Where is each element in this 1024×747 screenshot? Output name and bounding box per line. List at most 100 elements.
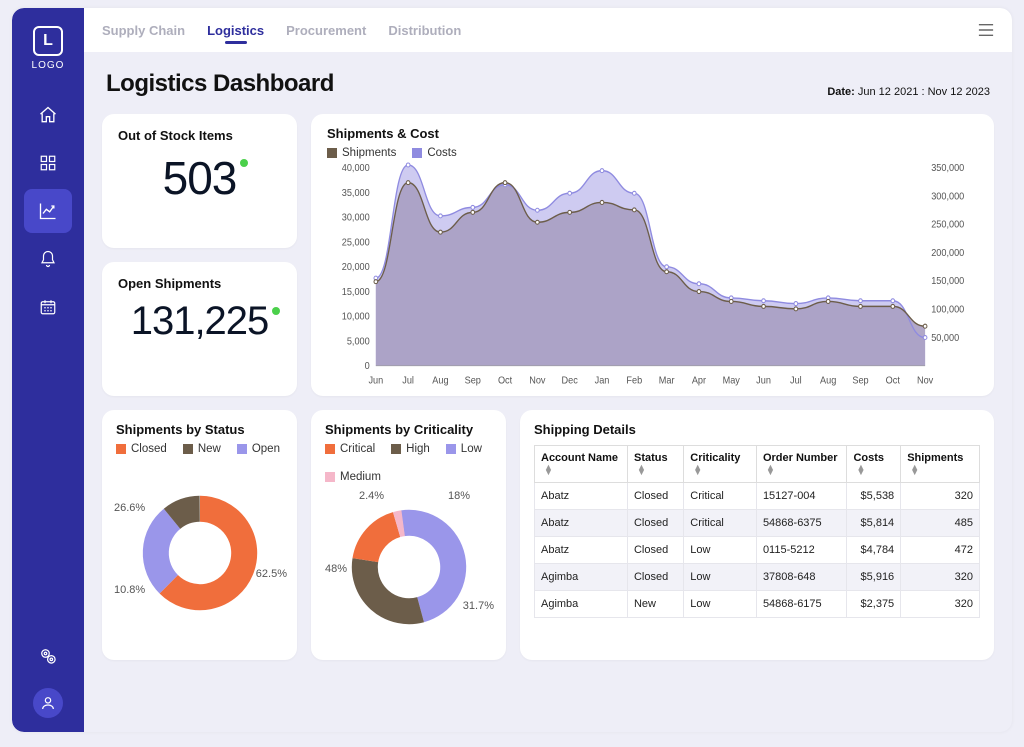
svg-text:200,000: 200,000 xyxy=(931,248,964,259)
svg-text:Aug: Aug xyxy=(432,375,448,386)
svg-text:Oct: Oct xyxy=(886,375,901,386)
kpi-out-of-stock: Out of Stock Items 503 xyxy=(102,114,297,248)
menu-icon xyxy=(978,23,994,37)
kpi-label: Out of Stock Items xyxy=(118,128,281,143)
card-shipments-status: Shipments by Status Closed New Open 62.5… xyxy=(102,410,297,660)
svg-text:150,000: 150,000 xyxy=(931,276,964,287)
svg-text:Nov: Nov xyxy=(529,375,545,386)
tab-logistics[interactable]: Logistics xyxy=(207,9,264,52)
card-title: Shipments by Status xyxy=(116,422,283,437)
svg-text:300,000: 300,000 xyxy=(931,191,964,202)
logo-text: LOGO xyxy=(32,60,65,71)
card-shipments-cost: Shipments & Cost Shipments Costs 0 5,000 1… xyxy=(311,114,994,396)
svg-text:100,000: 100,000 xyxy=(931,304,964,315)
shipping-table: Account Name▲▼Status▲▼Criticality▲▼Order… xyxy=(534,445,980,618)
nav-apps[interactable] xyxy=(24,141,72,185)
svg-text:30,000: 30,000 xyxy=(342,212,370,223)
svg-text:Mar: Mar xyxy=(659,375,676,386)
tab-procurement[interactable]: Procurement xyxy=(286,9,366,52)
table-row[interactable]: AbatzClosedCritical15127-004$5,538320 xyxy=(535,483,980,510)
donut-chart xyxy=(344,502,474,632)
kpi-label: Open Shipments xyxy=(118,276,281,291)
svg-text:15,000: 15,000 xyxy=(342,287,370,298)
page-title: Logistics Dashboard xyxy=(106,70,334,98)
col-header[interactable]: Shipments▲▼ xyxy=(901,446,980,483)
svg-text:Jun: Jun xyxy=(756,375,771,386)
svg-text:Apr: Apr xyxy=(692,375,707,386)
nav-settings[interactable] xyxy=(24,634,72,678)
table-row[interactable]: AbatzClosedCritical54868-6375$5,814485 xyxy=(535,510,980,537)
user-icon xyxy=(40,695,56,711)
gear-icon xyxy=(38,646,58,666)
svg-text:50,000: 50,000 xyxy=(931,333,959,344)
svg-text:250,000: 250,000 xyxy=(931,219,964,230)
menu-button[interactable] xyxy=(978,23,994,37)
swatch-icon xyxy=(327,148,337,158)
svg-text:0: 0 xyxy=(365,361,370,372)
card-shipments-criticality: Shipments by Criticality Critical High L… xyxy=(311,410,506,660)
legend: Shipments Costs xyxy=(327,147,978,159)
swatch-icon xyxy=(237,444,247,454)
svg-text:35,000: 35,000 xyxy=(342,188,370,199)
col-header[interactable]: Costs▲▼ xyxy=(847,446,901,483)
side-nav xyxy=(24,93,72,329)
legend: Closed New Open xyxy=(116,443,283,455)
nav-notifications[interactable] xyxy=(24,237,72,281)
nav-home[interactable] xyxy=(24,93,72,137)
kpi-value: 503 xyxy=(163,151,237,205)
user-avatar[interactable] xyxy=(33,688,63,718)
home-icon xyxy=(38,105,58,125)
tab-distribution[interactable]: Distribution xyxy=(388,9,461,52)
swatch-icon xyxy=(116,444,126,454)
card-shipping-details: Shipping Details Account Name▲▼Status▲▼C… xyxy=(520,410,994,660)
svg-text:Sep: Sep xyxy=(465,375,481,386)
nav-calendar[interactable] xyxy=(24,285,72,329)
area-chart: 05,00010,00015,00020,00025,00030,00035,0… xyxy=(327,159,978,390)
col-header[interactable]: Account Name▲▼ xyxy=(535,446,628,483)
swatch-icon xyxy=(391,444,401,454)
svg-text:20,000: 20,000 xyxy=(342,262,370,273)
swatch-icon xyxy=(325,444,335,454)
sidebar: L LOGO xyxy=(12,8,84,732)
table-row[interactable]: AbatzClosedLow0115-5212$4,784472 xyxy=(535,537,980,564)
legend: Critical High Low Medium xyxy=(325,443,492,483)
kpi-open-shipments: Open Shipments 131,225 xyxy=(102,262,297,396)
chart-line-icon xyxy=(38,201,58,221)
svg-text:Jul: Jul xyxy=(790,375,802,386)
table-row[interactable]: AgimbaNewLow54868-6175$2,375320 xyxy=(535,591,980,618)
svg-text:Sep: Sep xyxy=(852,375,868,386)
svg-text:Jan: Jan xyxy=(595,375,610,386)
svg-text:May: May xyxy=(723,375,740,386)
logo: L LOGO xyxy=(32,26,65,71)
tab-supply-chain[interactable]: Supply Chain xyxy=(102,9,185,52)
nav-analytics[interactable] xyxy=(24,189,72,233)
svg-text:Jun: Jun xyxy=(368,375,383,386)
swatch-icon xyxy=(446,444,456,454)
svg-text:Dec: Dec xyxy=(562,375,578,386)
col-header[interactable]: Status▲▼ xyxy=(627,446,683,483)
logo-icon: L xyxy=(33,26,63,56)
card-title: Shipments by Criticality xyxy=(325,422,492,437)
topbar: Supply Chain Logistics Procurement Distr… xyxy=(84,8,1012,52)
table-row[interactable]: AgimbaClosedLow37808-648$5,916320 xyxy=(535,564,980,591)
kpi-value: 131,225 xyxy=(131,299,269,344)
col-header[interactable]: Order Number▲▼ xyxy=(756,446,847,483)
col-header[interactable]: Criticality▲▼ xyxy=(684,446,757,483)
svg-text:Nov: Nov xyxy=(917,375,933,386)
svg-text:5,000: 5,000 xyxy=(347,336,370,347)
svg-text:Oct: Oct xyxy=(498,375,513,386)
main: Supply Chain Logistics Procurement Distr… xyxy=(84,8,1012,732)
svg-text:Jul: Jul xyxy=(402,375,414,386)
donut-chart xyxy=(135,488,265,618)
svg-text:Feb: Feb xyxy=(626,375,642,386)
svg-text:40,000: 40,000 xyxy=(342,163,370,174)
card-title: Shipping Details xyxy=(534,422,980,437)
swatch-icon xyxy=(183,444,193,454)
svg-text:350,000: 350,000 xyxy=(931,163,964,174)
status-dot-icon xyxy=(272,307,280,315)
bell-icon xyxy=(39,250,57,268)
calendar-icon xyxy=(39,298,57,316)
tabs: Supply Chain Logistics Procurement Distr… xyxy=(102,9,461,52)
svg-text:10,000: 10,000 xyxy=(342,311,370,322)
card-title: Shipments & Cost xyxy=(327,126,978,141)
